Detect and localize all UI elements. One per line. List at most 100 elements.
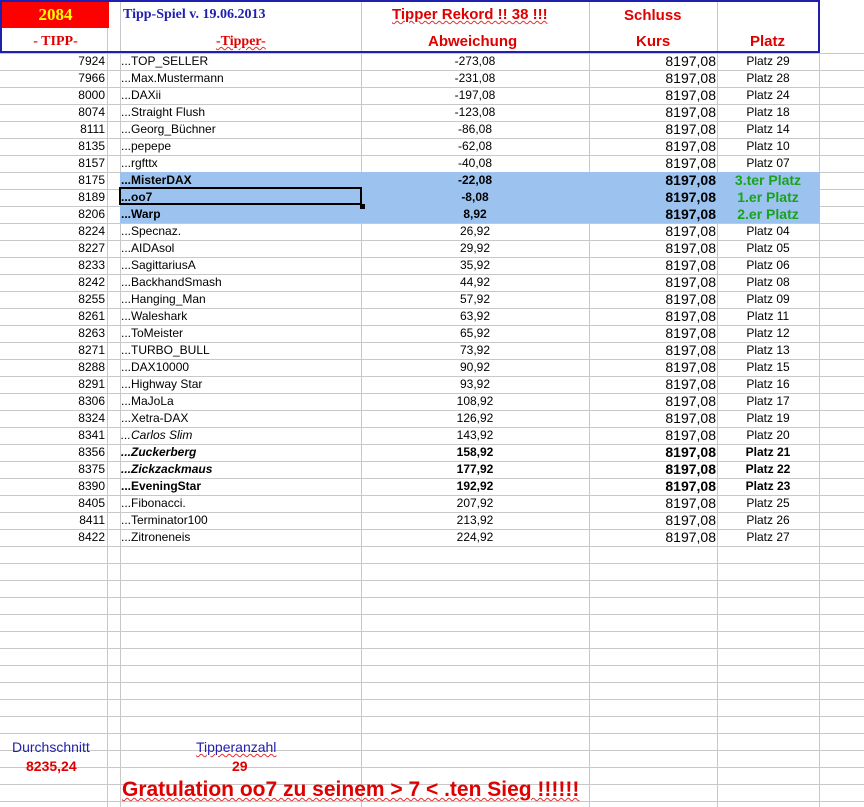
durchschnitt-label[interactable]: Durchschnitt [12,739,90,755]
platz-cell[interactable]: Platz 05 [718,240,818,257]
kurs-cell[interactable]: 8197,08 [590,223,716,240]
abweichung-cell[interactable]: 8,92 [362,206,588,223]
tipp-cell[interactable]: 8375 [0,461,105,478]
abweichung-cell[interactable]: 26,92 [362,223,588,240]
kurs-cell[interactable]: 8197,08 [590,325,716,342]
platz-cell[interactable]: Platz 29 [718,53,818,70]
platz-cell[interactable]: Platz 22 [718,461,818,478]
kurs-cell[interactable]: 8197,08 [590,359,716,376]
abweichung-cell[interactable]: 29,92 [362,240,588,257]
tipper-name-cell[interactable]: ...Zickzackmaus [121,461,361,478]
platz-cell[interactable]: 3.ter Platz [718,172,818,189]
platz-cell[interactable]: Platz 14 [718,121,818,138]
schluss-cell[interactable]: Schluss [624,7,682,24]
tipp-cell[interactable]: 8255 [0,291,105,308]
abweichung-cell[interactable]: -40,08 [362,155,588,172]
abweichung-cell[interactable]: 213,92 [362,512,588,529]
tipp-cell[interactable]: 8288 [0,359,105,376]
abweichung-column-header[interactable]: Abweichung [428,33,517,50]
tipper-name-cell[interactable]: ...Georg_Büchner [121,121,361,138]
kurs-cell[interactable]: 8197,08 [590,427,716,444]
platz-cell[interactable]: Platz 24 [718,87,818,104]
platz-cell[interactable]: Platz 20 [718,427,818,444]
tipp-number-cell[interactable]: 2084 [2,2,109,28]
tipper-name-cell[interactable]: ...Carlos Slim [121,427,361,444]
kurs-cell[interactable]: 8197,08 [590,410,716,427]
kurs-cell[interactable]: 8197,08 [590,206,716,223]
tipp-cell[interactable]: 8291 [0,376,105,393]
tipp-cell[interactable]: 8271 [0,342,105,359]
tipp-cell[interactable]: 8263 [0,325,105,342]
tipper-name-cell[interactable]: ...Hanging_Man [121,291,361,308]
abweichung-cell[interactable]: 90,92 [362,359,588,376]
kurs-cell[interactable]: 8197,08 [590,274,716,291]
tipper-name-cell[interactable]: ...DAX10000 [121,359,361,376]
kurs-cell[interactable]: 8197,08 [590,393,716,410]
abweichung-cell[interactable]: -231,08 [362,70,588,87]
abweichung-cell[interactable]: 73,92 [362,342,588,359]
tipp-cell[interactable]: 8261 [0,308,105,325]
abweichung-cell[interactable]: 57,92 [362,291,588,308]
kurs-cell[interactable]: 8197,08 [590,240,716,257]
platz-cell[interactable]: Platz 21 [718,444,818,461]
kurs-cell[interactable]: 8197,08 [590,70,716,87]
abweichung-cell[interactable]: 143,92 [362,427,588,444]
tipper-column-header[interactable]: -Tipper- [216,34,266,50]
kurs-cell[interactable]: 8197,08 [590,291,716,308]
abweichung-cell[interactable]: -86,08 [362,121,588,138]
tipp-cell[interactable]: 8422 [0,529,105,546]
kurs-cell[interactable]: 8197,08 [590,308,716,325]
tipp-cell[interactable]: 8227 [0,240,105,257]
platz-cell[interactable]: Platz 19 [718,410,818,427]
tipper-name-cell[interactable]: ...Warp [121,206,361,223]
tipper-name-cell[interactable]: ...Highway Star [121,376,361,393]
platz-cell[interactable]: Platz 28 [718,70,818,87]
kurs-cell[interactable]: 8197,08 [590,104,716,121]
platz-cell[interactable]: Platz 16 [718,376,818,393]
platz-cell[interactable]: Platz 17 [718,393,818,410]
tipp-cell[interactable]: 8224 [0,223,105,240]
platz-cell[interactable]: Platz 25 [718,495,818,512]
rekord-cell[interactable]: Tipper Rekord !! 38 !!! [392,6,548,23]
abweichung-cell[interactable]: 207,92 [362,495,588,512]
kurs-cell[interactable]: 8197,08 [590,53,716,70]
abweichung-cell[interactable]: -197,08 [362,87,588,104]
tipp-cell[interactable]: 8390 [0,478,105,495]
kurs-cell[interactable]: 8197,08 [590,189,716,206]
tipper-name-cell[interactable]: ...BackhandSmash [121,274,361,291]
kurs-cell[interactable]: 8197,08 [590,376,716,393]
platz-cell[interactable]: Platz 10 [718,138,818,155]
tipp-cell[interactable]: 8411 [0,512,105,529]
tipp-cell[interactable]: 8233 [0,257,105,274]
tipper-name-cell[interactable]: ...DAXii [121,87,361,104]
tipp-cell[interactable]: 8074 [0,104,105,121]
tipper-name-cell[interactable]: ...Specnaz. [121,223,361,240]
fill-handle[interactable] [360,204,365,209]
tipper-name-cell[interactable]: ...Zitroneneis [121,529,361,546]
kurs-column-header[interactable]: Kurs [636,33,670,50]
platz-cell[interactable]: Platz 08 [718,274,818,291]
tipper-name-cell[interactable]: ...SagittariusA [121,257,361,274]
platz-cell[interactable]: Platz 13 [718,342,818,359]
platz-column-header[interactable]: Platz [750,33,785,50]
tipp-cell[interactable]: 8405 [0,495,105,512]
abweichung-cell[interactable]: 63,92 [362,308,588,325]
platz-cell[interactable]: Platz 06 [718,257,818,274]
abweichung-cell[interactable]: -273,08 [362,53,588,70]
kurs-cell[interactable]: 8197,08 [590,478,716,495]
platz-cell[interactable]: Platz 15 [718,359,818,376]
tipp-cell[interactable]: 8356 [0,444,105,461]
gratulation-message[interactable]: Gratulation oo7 zu seinem > 7 < .ten Sie… [122,778,579,802]
tipper-name-cell[interactable]: ...Waleshark [121,308,361,325]
tipper-name-cell[interactable]: ...Straight Flush [121,104,361,121]
abweichung-cell[interactable]: 108,92 [362,393,588,410]
abweichung-cell[interactable]: 158,92 [362,444,588,461]
abweichung-cell[interactable]: 65,92 [362,325,588,342]
platz-cell[interactable]: Platz 23 [718,478,818,495]
kurs-cell[interactable]: 8197,08 [590,155,716,172]
tipp-cell[interactable]: 8157 [0,155,105,172]
tipper-name-cell[interactable]: ...TURBO_BULL [121,342,361,359]
abweichung-cell[interactable]: 44,92 [362,274,588,291]
title-cell[interactable]: Tipp-Spiel v. 19.06.2013 [123,7,266,23]
tipp-cell[interactable]: 7966 [0,70,105,87]
